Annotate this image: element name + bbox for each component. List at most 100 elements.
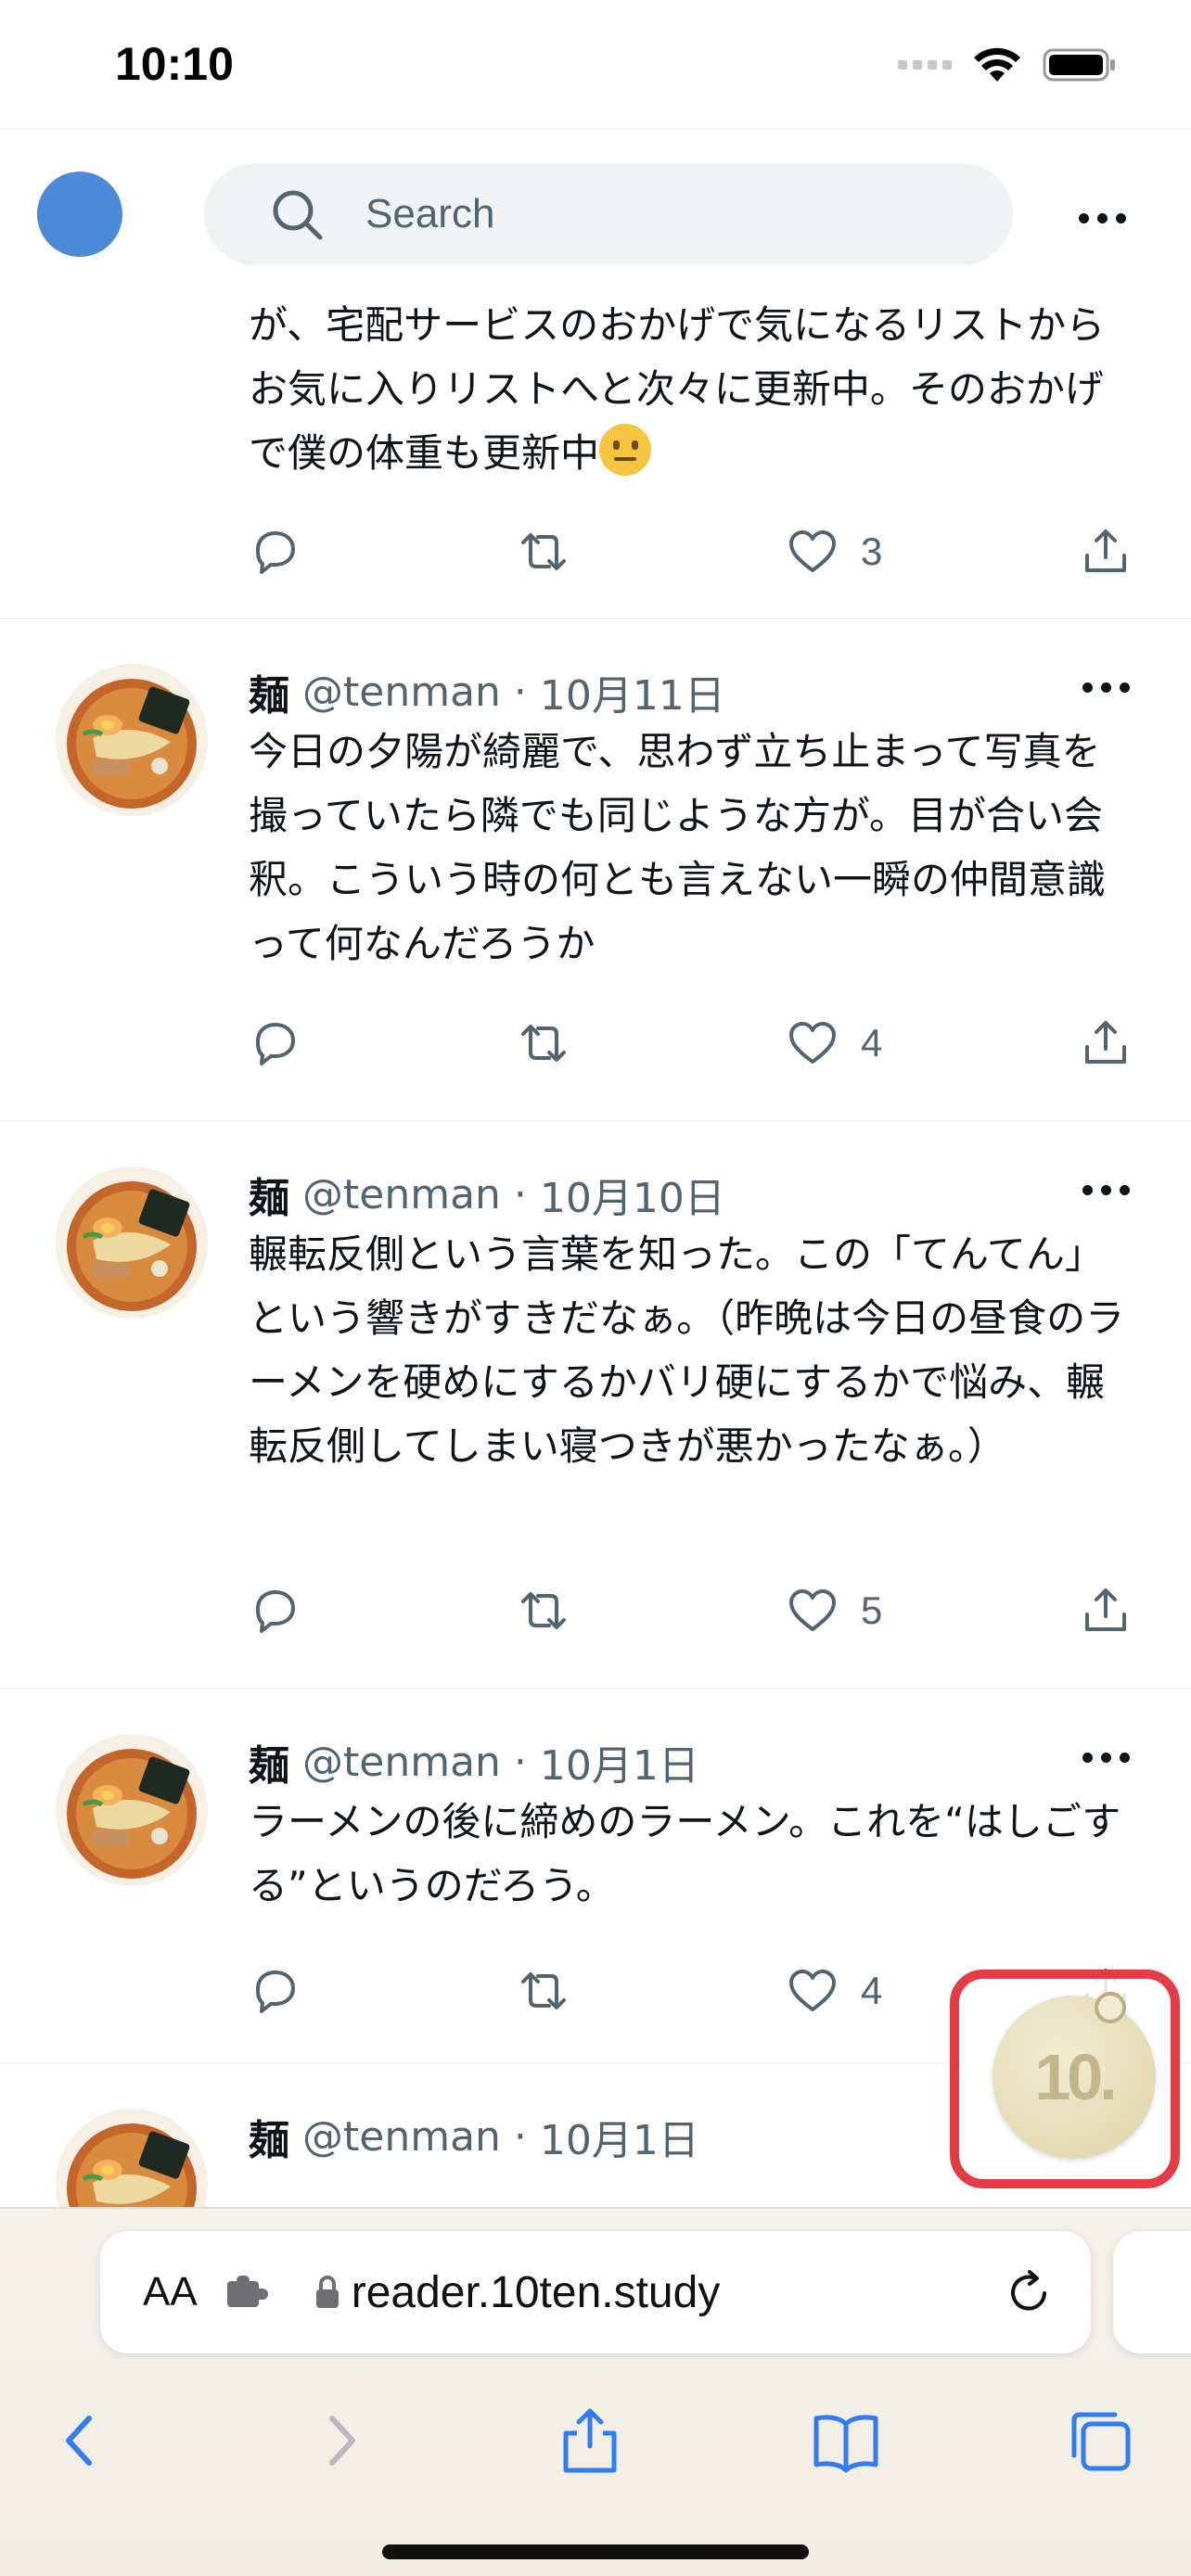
tweet[interactable]: 麺 @tenman · 10月10日 輾転反側という言葉を知った。この「てんてん… bbox=[0, 1122, 1191, 1690]
more-options-icon[interactable] bbox=[1065, 204, 1139, 232]
tweet-actions: 5 bbox=[249, 1578, 1139, 1643]
bookmarks-icon[interactable] bbox=[809, 2404, 883, 2478]
tweet-separator: · bbox=[513, 668, 527, 716]
reply-button[interactable] bbox=[249, 1578, 301, 1643]
tweet-separator: · bbox=[513, 1170, 527, 1218]
back-chevron-icon[interactable] bbox=[45, 2404, 119, 2478]
10ten-badge-highlight: 10. bbox=[950, 1970, 1180, 2188]
neutral-face-emoji bbox=[599, 424, 652, 476]
like-button[interactable]: 4 bbox=[787, 1011, 882, 1076]
heart-icon bbox=[789, 1022, 836, 1064]
tweet-header: 麺 @tenman · 10月1日 bbox=[249, 1732, 699, 1792]
tweet-more-icon[interactable] bbox=[1082, 1753, 1130, 1763]
share-button[interactable] bbox=[1080, 1578, 1132, 1643]
tweet-text: 今日の夕陽が綺麗で、思わず立ち止まって写真を撮っていたら隣でも同じような方が。目… bbox=[249, 729, 1107, 966]
ramen-avatar[interactable] bbox=[56, 2109, 208, 2207]
ramen-avatar[interactable] bbox=[56, 1734, 208, 1886]
10ten-reader-button[interactable]: 10. bbox=[992, 1996, 1156, 2159]
tweet-text: が、宅配サービスのおかげで気になるリストからお気に入りリストへと次々に更新中。そ… bbox=[249, 302, 1106, 476]
extension-puzzle-icon[interactable] bbox=[225, 2274, 272, 2311]
badge-handle-icon[interactable] bbox=[1095, 1992, 1126, 2023]
tweet-author-name[interactable]: 麺 bbox=[249, 2107, 289, 2166]
tweet-date[interactable]: 10月1日 bbox=[540, 2107, 699, 2166]
search-icon bbox=[273, 190, 323, 240]
retweet-icon bbox=[521, 1972, 566, 2009]
share-icon bbox=[1085, 1588, 1126, 1631]
tweet-header: 麺 @tenman · 10月1日 bbox=[249, 2107, 699, 2166]
reload-icon[interactable] bbox=[1004, 2268, 1054, 2318]
share-button[interactable] bbox=[1080, 1011, 1132, 1076]
heart-icon bbox=[789, 530, 836, 572]
heart-icon bbox=[789, 1589, 836, 1631]
retweet-icon bbox=[521, 533, 566, 570]
tweet-text: 輾転反側という言葉を知った。この「てんてん」という響きがすきだなぁ。（昨晩は今日… bbox=[249, 1231, 1125, 1469]
reply-button[interactable] bbox=[249, 1958, 301, 2023]
tweet-author-name[interactable]: 麺 bbox=[249, 1165, 289, 1224]
tweet-more-icon[interactable] bbox=[1082, 1185, 1130, 1195]
tweet-separator: · bbox=[513, 1738, 527, 1786]
reply-icon bbox=[256, 1970, 295, 2013]
reply-button[interactable] bbox=[249, 1011, 301, 1076]
status-bar: 10:10 bbox=[0, 0, 1191, 130]
retweet-icon bbox=[521, 1025, 566, 1062]
tweet-actions: 4 bbox=[249, 1011, 1139, 1076]
tweet-author-name[interactable]: 麺 bbox=[249, 662, 289, 721]
tweet-author-handle[interactable]: @tenman bbox=[302, 669, 501, 716]
tweet-header: 麺 @tenman · 10月10日 bbox=[249, 1165, 725, 1224]
like-count: 4 bbox=[861, 1021, 883, 1065]
share-sheet-icon[interactable] bbox=[553, 2404, 627, 2478]
tweet-text: ラーメンの後に締めのラーメン。これを“はしごする”というのだろう。 bbox=[249, 1799, 1121, 1908]
like-button[interactable]: 4 bbox=[787, 1958, 882, 2023]
my-avatar[interactable] bbox=[37, 172, 122, 257]
tweet-header: 麺 @tenman · 10月11日 bbox=[249, 662, 725, 721]
search-bar[interactable] bbox=[204, 163, 1013, 265]
address-bar[interactable]: AA reader.10ten.study bbox=[100, 2231, 1091, 2353]
lock-icon bbox=[315, 2276, 339, 2308]
reply-icon bbox=[256, 531, 295, 574]
url-text: reader.10ten.study bbox=[351, 2267, 721, 2317]
status-icons bbox=[898, 46, 1117, 83]
like-button[interactable]: 5 bbox=[787, 1578, 882, 1643]
retweet-button[interactable] bbox=[518, 1578, 570, 1643]
next-tab-preview[interactable] bbox=[1113, 2231, 1191, 2353]
reply-icon bbox=[256, 1590, 295, 1633]
search-input[interactable] bbox=[365, 191, 922, 237]
tweet-date[interactable]: 10月11日 bbox=[540, 662, 725, 721]
reply-icon bbox=[256, 1023, 295, 1065]
text-size-button[interactable]: AA bbox=[143, 2269, 198, 2315]
home-indicator[interactable] bbox=[382, 2544, 809, 2559]
tabs-icon[interactable] bbox=[1063, 2404, 1137, 2478]
tweet-feed[interactable]: が、宅配サービスのおかげで気になるリストからお気に入りリストへと次々に更新中。そ… bbox=[0, 297, 1191, 2207]
browser-toolbar bbox=[0, 2385, 1191, 2496]
tweet-date[interactable]: 10月1日 bbox=[540, 1732, 699, 1792]
tweet-author-handle[interactable]: @tenman bbox=[302, 2113, 501, 2161]
retweet-button[interactable] bbox=[518, 1011, 570, 1076]
ramen-avatar[interactable] bbox=[56, 297, 208, 300]
share-button[interactable] bbox=[1080, 519, 1132, 584]
like-count: 4 bbox=[861, 1969, 883, 2012]
timeline-header bbox=[0, 130, 1191, 297]
cellular-signal-icon bbox=[898, 60, 952, 70]
battery-icon bbox=[1043, 48, 1115, 82]
ramen-avatar[interactable] bbox=[56, 664, 208, 816]
reply-button[interactable] bbox=[249, 519, 301, 584]
like-button[interactable]: 3 bbox=[787, 519, 882, 584]
tweet[interactable]: 麺 @tenman · 10月11日 今日の夕陽が綺麗で、思わず立ち止まって写真… bbox=[0, 619, 1191, 1122]
retweet-button[interactable] bbox=[518, 1958, 570, 2023]
share-icon bbox=[1085, 529, 1126, 572]
heart-icon bbox=[789, 1970, 836, 2011]
tweet-author-handle[interactable]: @tenman bbox=[302, 1739, 501, 1786]
retweet-button[interactable] bbox=[518, 519, 570, 584]
10ten-badge-label: 10. bbox=[1034, 2041, 1117, 2113]
ramen-avatar[interactable] bbox=[56, 1167, 208, 1319]
tweet-author-name[interactable]: 麺 bbox=[249, 1732, 289, 1792]
tweet-author-handle[interactable]: @tenman bbox=[302, 1171, 501, 1218]
share-icon bbox=[1085, 1021, 1126, 1064]
forward-chevron-icon[interactable] bbox=[302, 2404, 377, 2478]
status-time: 10:10 bbox=[115, 38, 234, 90]
tweet-date[interactable]: 10月10日 bbox=[540, 1165, 725, 1224]
wifi-icon bbox=[974, 47, 1020, 82]
tweet-more-icon[interactable] bbox=[1082, 682, 1130, 693]
tweet[interactable]: が、宅配サービスのおかげで気になるリストからお気に入りリストへと次々に更新中。そ… bbox=[0, 297, 1191, 619]
browser-bottom-bar: AA reader.10ten.study bbox=[0, 2207, 1191, 2576]
